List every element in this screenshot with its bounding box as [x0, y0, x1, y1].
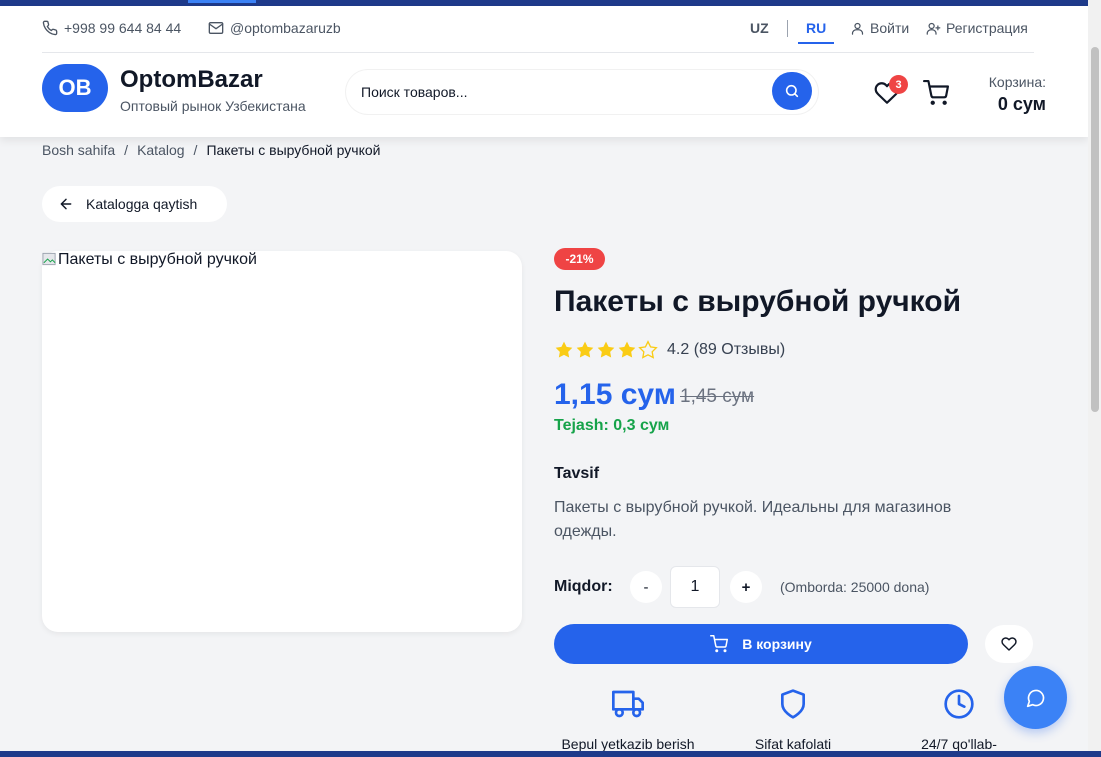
top-bar: +998 99 644 84 44 @optombazaruzb UZ RU В… [42, 6, 1034, 53]
quantity-decrement-button[interactable]: - [630, 571, 662, 603]
phone-icon [42, 20, 58, 36]
arrow-left-icon [60, 198, 72, 210]
register-label: Регистрация [946, 20, 1028, 36]
add-to-cart-label: В корзину [742, 636, 812, 652]
star-filled-icon [618, 341, 636, 358]
lang-divider [787, 20, 788, 37]
login-link[interactable]: Войти [850, 20, 909, 36]
search-input[interactable] [346, 70, 766, 114]
breadcrumb-separator: / [193, 142, 198, 158]
search-icon [785, 84, 799, 98]
cart-total[interactable]: 0 сум [998, 94, 1046, 115]
lang-uz[interactable]: UZ [750, 20, 769, 36]
breadcrumb-current: Пакеты с вырубной ручкой [206, 142, 381, 158]
product-rating[interactable]: 4.2 (89 Отзывы) [554, 340, 785, 360]
feature-free-delivery: Bepul yetkazib berish [548, 688, 708, 752]
cart-label: Корзина: [988, 74, 1046, 90]
truck-icon [612, 690, 644, 718]
shield-icon [781, 689, 805, 719]
old-price: 1,45 сум [680, 386, 755, 407]
product-description: Пакеты с вырубной ручкой. Идеальны для м… [554, 499, 952, 540]
back-button-label: Katalogga qaytish [86, 196, 198, 212]
product-image-card: Пакеты с вырубной ручкой [42, 251, 522, 632]
quantity-increment-button[interactable]: + [730, 571, 762, 603]
login-label: Войти [870, 20, 910, 36]
rating-text: 4.2 (89 Отзывы) [667, 341, 786, 358]
quantity-input[interactable] [670, 566, 720, 608]
stock-info: (Omborda: 25000 dona) [780, 579, 930, 595]
wishlist-count-badge: 3 [889, 75, 908, 94]
lang-ru[interactable]: RU [806, 20, 826, 36]
feature-label: Bepul yetkazib berish [561, 736, 695, 752]
telegram-contact[interactable]: @optombazaruzb [208, 20, 341, 36]
chat-bubble-icon [1026, 689, 1044, 707]
product-image-alt-text: Пакеты с вырубной ручкой [58, 251, 257, 268]
brand-tagline: Оптовый рынок Узбекистана [120, 98, 306, 114]
brand-name[interactable]: OptomBazar [120, 66, 263, 94]
user-plus-icon [926, 22, 941, 35]
discount-badge: -21% [554, 248, 605, 270]
phone-number: +998 99 644 84 44 [64, 20, 182, 36]
breadcrumb-separator: / [124, 142, 129, 158]
product-image[interactable]: Пакеты с вырубной ручкой [42, 251, 257, 269]
scrollbar-thumb[interactable] [1091, 47, 1099, 412]
heart-icon [1001, 637, 1017, 651]
star-filled-icon [555, 341, 573, 358]
description-heading: Tavsif [554, 465, 600, 482]
user-icon [851, 22, 864, 35]
add-to-cart-button[interactable]: В корзину [554, 624, 968, 664]
feature-label: Sifat kafolati [754, 736, 832, 752]
search-button[interactable] [772, 72, 812, 110]
telegram-handle: @optombazaruzb [230, 20, 341, 36]
star-filled-icon [597, 341, 615, 358]
active-lang-indicator [798, 42, 834, 44]
product-title: Пакеты с вырубной ручкой [554, 285, 962, 318]
feature-label: 24/7 qo'llab- [921, 736, 997, 752]
broken-image-icon [42, 252, 56, 266]
register-link[interactable]: Регистрация [926, 20, 1028, 36]
star-filled-icon [576, 341, 594, 358]
breadcrumb: Bosh sahifa / Katalog / Пакеты с вырубно… [42, 142, 381, 158]
quantity-label: Miqdor: [554, 578, 613, 595]
mail-icon [208, 22, 224, 34]
cart-icon [710, 635, 729, 653]
breadcrumb-catalog[interactable]: Katalog [137, 142, 184, 158]
search-bar [346, 70, 818, 114]
savings-text: Tejash: 0,3 сум [554, 417, 670, 434]
star-empty-icon [638, 340, 658, 359]
back-to-catalog-button[interactable]: Katalogga qaytish [42, 186, 227, 222]
cart-icon[interactable] [923, 80, 949, 106]
window-bottom-edge [0, 751, 1101, 757]
logo-badge[interactable]: OB [42, 64, 108, 112]
breadcrumb-home[interactable]: Bosh sahifa [42, 142, 115, 158]
add-to-wishlist-button[interactable] [985, 625, 1033, 663]
phone-contact[interactable]: +998 99 644 84 44 [42, 20, 181, 36]
feature-quality: Sifat kafolati [713, 688, 873, 752]
current-price: 1,15 сум [554, 378, 676, 411]
clock-icon [944, 689, 974, 719]
chat-button[interactable] [1004, 666, 1067, 729]
